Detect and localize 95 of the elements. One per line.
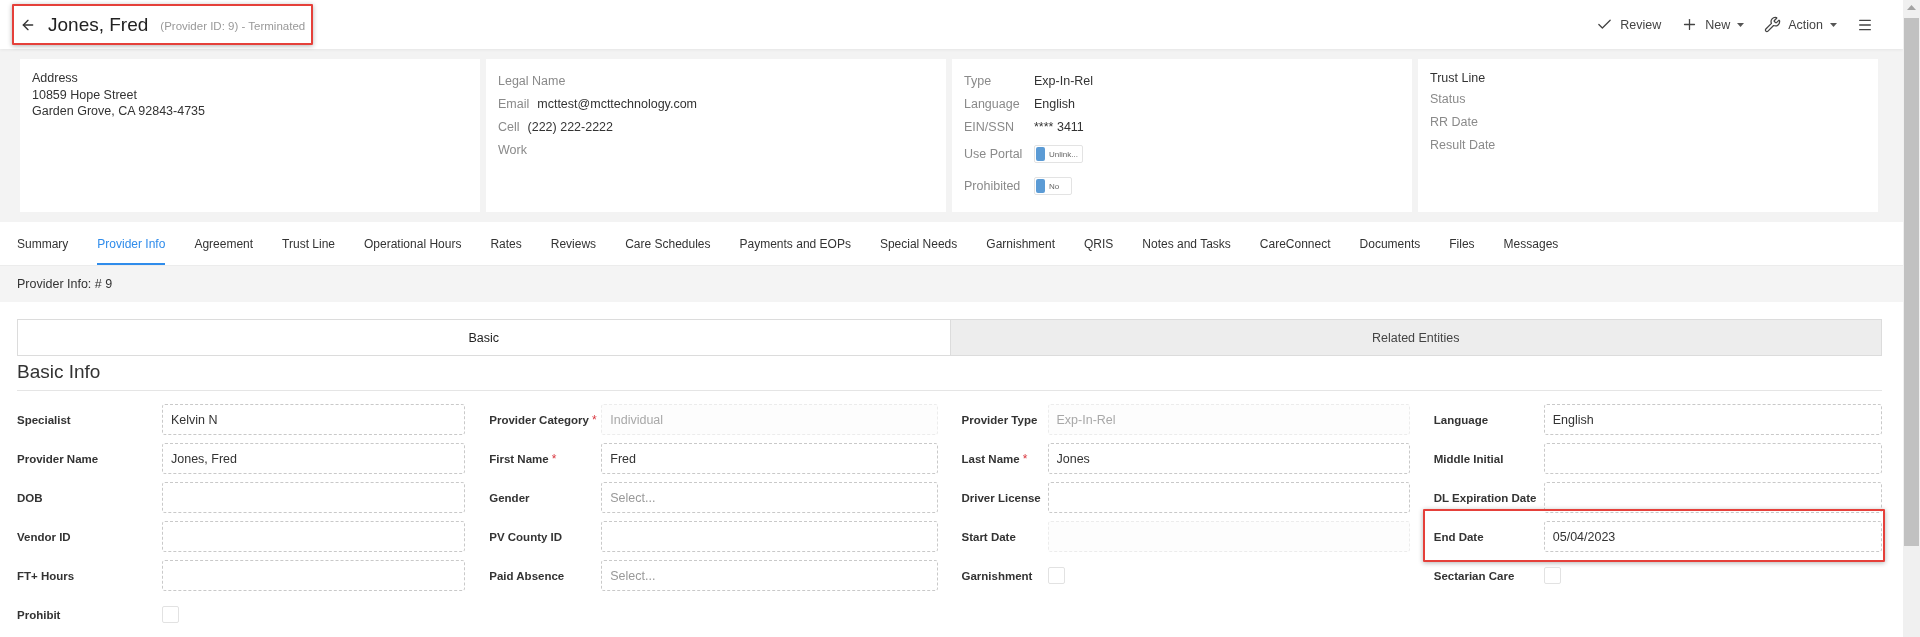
field-label: Provider Category [489,413,589,426]
card-label: Work [498,142,527,157]
card-label: Type [964,73,993,88]
tab[interactable]: Agreement [194,222,254,265]
card-label: RR Date [1430,114,1478,129]
checkbox[interactable] [162,606,179,623]
card-label: Language [964,96,1021,111]
field-label: Sectarian Care [1433,569,1515,582]
input-field[interactable]: English [1543,404,1882,435]
tab[interactable]: Special Needs [879,222,958,265]
card-label: Legal Name [498,73,566,88]
toolbar-button[interactable]: New [1681,16,1745,33]
page-title: Jones, Fred [48,13,149,36]
field-label: Driver License [961,491,1041,504]
field-label: Prohibit [17,608,61,621]
scroll-up-arrow-icon[interactable] [1907,5,1916,10]
card-value: **** 3411 [1034,119,1084,134]
input-field[interactable] [162,521,466,552]
tab[interactable]: Rates [490,222,522,265]
card-label: Prohibited [964,179,1022,193]
page-subtitle: (Provider ID: 9) - Terminated [160,20,306,32]
card-label: Email [498,96,530,111]
field-label: Paid Absence [489,569,565,582]
toolbar-button[interactable]: Action [1764,16,1837,33]
scrollbar-thumb[interactable] [1904,18,1919,546]
field-label: Vendor ID [17,530,71,543]
input-field[interactable] [162,482,466,513]
input-field[interactable]: Kelvin N [162,404,466,435]
input-field[interactable] [1047,482,1410,513]
card-title: Trust Line [1430,70,1487,87]
toggle-knob [1036,179,1045,193]
address-line: 10859 Hope Street [32,87,138,103]
input-field[interactable]: Fred [601,443,938,474]
card-label: EIN/SSN [964,119,1015,134]
tab[interactable]: Summary [17,222,69,265]
field-label: Middle Initial [1433,452,1504,465]
input-field[interactable]: Select... [601,560,938,591]
toggle-switch[interactable]: No [1034,177,1072,195]
card-value: (222) 222-2222 [527,119,614,134]
field-label: Garnishment [961,569,1033,582]
input-field[interactable]: 05/04/2023 [1543,521,1882,552]
field-label: Specialist [17,413,71,426]
field-label: DOB [17,491,43,504]
card-label: Result Date [1430,137,1496,152]
field-label: Language [1433,413,1489,426]
tab[interactable]: CareConnect [1259,222,1331,265]
field-label: Provider Name [17,452,99,465]
field-label: FT+ Hours [17,569,75,582]
tab[interactable]: Operational Hours [364,222,462,265]
tab[interactable]: Trust Line [282,222,335,265]
card-value: Exp-In-Rel [1034,73,1094,88]
tab[interactable]: Messages [1503,222,1559,265]
field-label: Last Name [961,452,1020,465]
tab[interactable]: Documents [1359,222,1421,265]
tab[interactable]: Payments and EOPs [739,222,851,265]
input-field[interactable]: Jones, Fred [162,443,466,474]
field-label: End Date [1433,530,1484,543]
card-title: Address [32,70,79,87]
checkbox[interactable] [1543,567,1561,584]
subtab[interactable]: Related Entities [949,320,1881,355]
toggle-switch[interactable]: Unlink... [1034,145,1083,163]
tab[interactable]: Reviews [550,222,597,265]
toolbar-button[interactable]: Review [1596,16,1662,33]
input-field[interactable] [601,521,938,552]
tab[interactable]: Notes and Tasks [1142,222,1231,265]
input-field[interactable]: Jones [1047,443,1410,474]
section-title: Basic Info [17,360,101,384]
tab[interactable]: Garnishment [986,222,1055,265]
required-mark: * [551,451,557,466]
input-field[interactable]: Select... [601,482,938,513]
field-label: PV County ID [489,530,563,543]
card-label: Cell [498,119,520,134]
field-label: First Name [489,452,549,465]
tab[interactable]: QRIS [1084,222,1114,265]
record-label: Provider Info: # 9 [17,277,113,291]
required-mark: * [1022,451,1028,466]
toggle-knob [1036,147,1045,161]
address-line: Garden Grove, CA 92843-4735 [32,103,207,119]
tab[interactable]: Care Schedules [625,222,711,265]
field-label: Provider Type [961,413,1038,426]
tab[interactable]: Files [1449,222,1475,265]
checkbox[interactable] [1047,567,1065,584]
input-field[interactable] [1543,482,1882,513]
input-field[interactable] [1543,443,1882,474]
required-mark: * [591,412,597,427]
card-label: Use Portal [964,147,1024,161]
vertical-scrollbar[interactable] [1903,0,1920,637]
field-label: DL Expiration Date [1433,491,1537,504]
card-value: mcttest@mcttechnology.com [537,96,697,111]
field-label: Start Date [961,530,1016,543]
card-label: Status [1430,91,1466,106]
wrench-icon [1764,16,1782,33]
card-value: English [1034,96,1075,111]
input-field[interactable] [162,560,466,591]
field-label: Gender [489,491,530,504]
